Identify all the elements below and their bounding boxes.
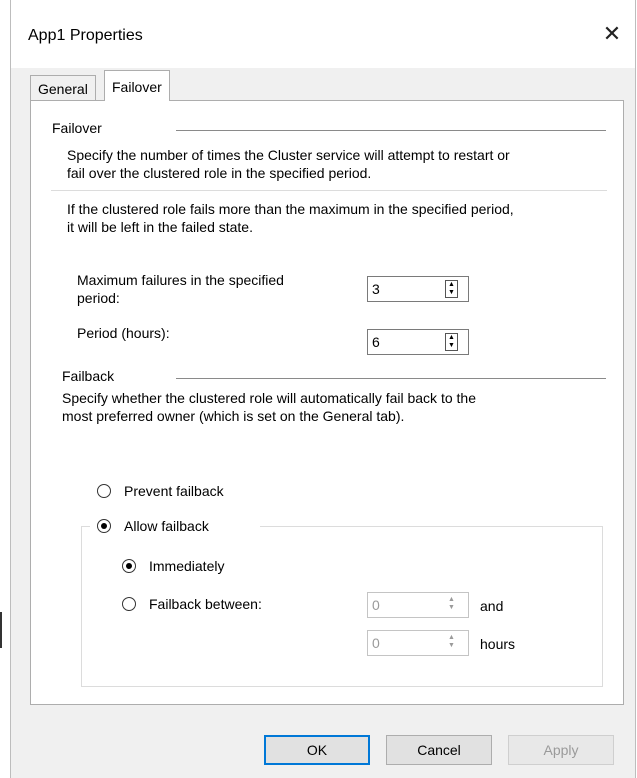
failover-description: Specify the number of times the Cluster … bbox=[67, 147, 510, 181]
failback-between-radio[interactable] bbox=[122, 597, 136, 611]
window-edge-mark bbox=[0, 612, 2, 648]
close-icon[interactable]: ✕ bbox=[589, 14, 635, 54]
hours-label: hours bbox=[480, 636, 516, 652]
spinner-arrows-icon[interactable]: ▲ ▼ bbox=[445, 634, 458, 652]
failback-end-stepper[interactable]: 0 ▲ ▼ bbox=[367, 630, 469, 656]
spinner-arrows-icon[interactable]: ▲ ▼ bbox=[445, 596, 458, 614]
max-failures-label: Maximum failures in the specified period… bbox=[77, 272, 284, 306]
title-bar: App1 Properties ✕ bbox=[11, 0, 635, 68]
cancel-button[interactable]: Cancel bbox=[386, 735, 492, 765]
dialog-title: App1 Properties bbox=[28, 27, 143, 44]
prevent-failback-radio[interactable] bbox=[97, 484, 111, 498]
apply-button[interactable]: Apply bbox=[508, 735, 614, 765]
failback-start-stepper[interactable]: 0 ▲ ▼ bbox=[367, 592, 469, 618]
failback-between-label[interactable]: Failback between: bbox=[149, 595, 262, 613]
allow-failback-label[interactable]: Allow failback bbox=[124, 517, 209, 535]
immediately-radio[interactable] bbox=[122, 559, 136, 573]
ok-button[interactable]: OK bbox=[264, 735, 370, 765]
and-label: and bbox=[480, 598, 504, 614]
failover-divider bbox=[176, 130, 606, 131]
failback-heading: Failback bbox=[62, 368, 115, 384]
max-failures-stepper[interactable]: 3 ▲ ▼ bbox=[367, 276, 469, 302]
failover-description-2: If the clustered role fails more than th… bbox=[67, 201, 514, 235]
allow-failback-radio[interactable] bbox=[97, 519, 111, 533]
spinner-arrows-icon[interactable]: ▲ ▼ bbox=[445, 333, 458, 351]
failback-description: Specify whether the clustered role will … bbox=[62, 390, 476, 424]
failover-heading: Failover bbox=[52, 120, 102, 136]
spinner-arrows-icon[interactable]: ▲ ▼ bbox=[445, 280, 458, 298]
immediately-label[interactable]: Immediately bbox=[149, 557, 224, 575]
properties-dialog: App1 Properties ✕ General Failover Failo… bbox=[10, 0, 636, 778]
period-stepper[interactable]: 6 ▲ ▼ bbox=[367, 329, 469, 355]
failback-start-value[interactable]: 0 bbox=[372, 597, 380, 613]
failback-divider bbox=[176, 378, 606, 379]
failover-inner-divider bbox=[51, 190, 607, 191]
period-label: Period (hours): bbox=[77, 325, 170, 341]
tab-failover[interactable]: Failover bbox=[104, 70, 170, 101]
tab-general[interactable]: General bbox=[30, 75, 96, 101]
failback-end-value[interactable]: 0 bbox=[372, 635, 380, 651]
max-failures-value[interactable]: 3 bbox=[372, 281, 380, 297]
failover-tab-panel: Failover Specify the number of times the… bbox=[30, 100, 624, 705]
period-value[interactable]: 6 bbox=[372, 334, 380, 350]
prevent-failback-label[interactable]: Prevent failback bbox=[124, 482, 224, 500]
